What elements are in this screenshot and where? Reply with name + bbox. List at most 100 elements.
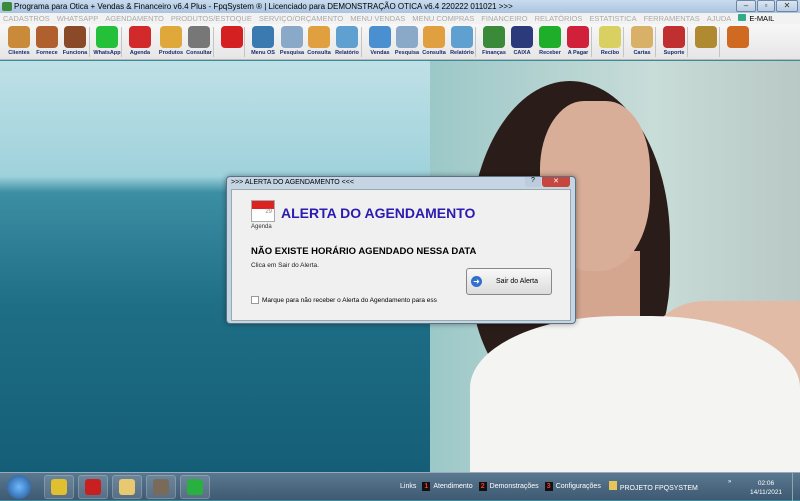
arrow-right-icon: ➜ [471, 276, 482, 287]
toolbar-button-cartas[interactable]: Cartas [628, 26, 656, 59]
taskbar-app-filezilla[interactable] [78, 475, 108, 499]
maximize-button[interactable]: ▫ [757, 0, 775, 12]
toolbar-icon [336, 26, 358, 48]
link-projeto-folder[interactable]: PROJETO FPQSYSTEM [601, 481, 698, 492]
link-number-icon: 1 [422, 482, 431, 491]
dialog-heading: ALERTA DO AGENDAMENTO [281, 205, 476, 221]
toolbar-icon [539, 26, 561, 48]
toolbar-button-relat-rio[interactable]: Relatório [448, 26, 476, 59]
toolbar: Clientes Fornece Funciona WhatsApp Agenda Pro… [0, 24, 800, 60]
taskbar: Links 1 Atendimento 2 Demonstrações 3 Configur… [0, 472, 800, 501]
menu-item[interactable]: AJUDA [707, 14, 732, 23]
user-app-icon [153, 479, 169, 495]
email-icon [738, 14, 747, 21]
toolbar-separator [719, 27, 720, 57]
toolbar-button-a-pagar[interactable]: A Pagar [564, 26, 592, 59]
toolbar-icon [599, 26, 621, 48]
toolbar-button-agenda[interactable]: Agenda [126, 26, 154, 59]
toolbar-button-funciona[interactable]: Funciona [61, 26, 89, 59]
toolbar-button-icon-23[interactable] [692, 26, 720, 59]
taskbar-app-fpqsystem[interactable] [180, 475, 210, 499]
toolbar-button-menu-os[interactable]: Menu OS [249, 26, 277, 59]
close-button[interactable]: ✕ [776, 0, 798, 12]
toolbar-icon [483, 26, 505, 48]
clock[interactable]: 02:06 14/11/2021 [750, 479, 782, 497]
toolbar-separator [623, 27, 624, 57]
exit-alert-button[interactable]: ➜ Sair do Alerta [466, 268, 552, 295]
menu-item[interactable]: SERVIÇO/ORÇAMENTO [259, 14, 343, 23]
toolbar-icon [511, 26, 533, 48]
calendar-day: 29 [265, 209, 272, 215]
toolbar-button-suporte[interactable]: Suporte [660, 26, 688, 59]
toolbar-icon [567, 26, 589, 48]
toolbar-button-recibo[interactable]: Recibo [596, 26, 624, 59]
toolbar-button-whatsapp[interactable]: WhatsApp [93, 26, 121, 59]
toolbar-separator [244, 27, 245, 57]
toolbar-icon [631, 26, 653, 48]
toolbar-separator [655, 27, 656, 57]
menu-item[interactable]: WHATSAPP [57, 14, 99, 23]
toolbar-separator [687, 27, 688, 57]
checkbox-box[interactable] [251, 296, 259, 304]
toolbar-button-icon-7[interactable] [218, 26, 246, 59]
taskbar-app-chrome[interactable] [44, 475, 74, 499]
dialog-title: >>> ALERTA DO AGENDAMENTO <<< [231, 179, 354, 186]
toolbar-icon [308, 26, 330, 48]
filezilla-icon [85, 479, 101, 495]
toolbar-separator [89, 27, 90, 57]
menu-item[interactable]: RELATÓRIOS [535, 14, 583, 23]
menu-item[interactable]: AGENDAMENTO [105, 14, 164, 23]
help-button[interactable]: ? [525, 177, 541, 187]
show-desktop-button[interactable] [792, 473, 800, 501]
menu-item[interactable]: MENU VENDAS [350, 14, 405, 23]
link-demonstrações[interactable]: 2 Demonstrações [473, 482, 539, 491]
dialog-close-button[interactable]: ✕ [542, 177, 570, 187]
menu-item[interactable]: FERRAMENTAS [644, 14, 700, 23]
toolbar-button-consultar[interactable]: Consultar [185, 26, 213, 59]
menu-item[interactable]: ESTATISTICA [589, 14, 636, 23]
toolbar-icon [221, 26, 243, 48]
link-number-icon: 2 [478, 482, 487, 491]
toolbar-icon [188, 26, 210, 48]
toolbar-icon [8, 26, 30, 48]
start-button[interactable] [7, 475, 31, 499]
toolbar-icon [695, 26, 717, 48]
link-configurações[interactable]: 3 Configurações [539, 482, 601, 491]
taskbar-app-explorer[interactable] [112, 475, 142, 499]
taskbar-app-user-app[interactable] [146, 475, 176, 499]
toolbar-icon [129, 26, 151, 48]
toolbar-button-icon-24[interactable] [724, 26, 752, 59]
menu-item[interactable]: CADASTROS [3, 14, 50, 23]
menu-item[interactable]: PRODUTOS/ESTOQUE [171, 14, 252, 23]
chrome-icon [51, 479, 67, 495]
folder-icon [608, 481, 617, 490]
checkbox-label: Marque para não receber o Alerta do Agen… [262, 296, 437, 304]
minimize-button[interactable]: – [736, 0, 756, 12]
toolbar-button-relat-rio[interactable]: Relatório [333, 26, 361, 59]
toolbar-label: Funciona [62, 50, 88, 56]
link-atendimento[interactable]: 1 Atendimento [416, 482, 473, 491]
toolbar-icon [451, 26, 473, 48]
title-bar: Programa para Otica + Vendas & Financeir… [0, 0, 800, 13]
app-icon [2, 2, 12, 11]
tray-overflow-icon[interactable]: » [728, 479, 731, 485]
toolbar-label: Consultar [186, 50, 212, 56]
email-label: E-MAIL [749, 14, 775, 23]
toolbar-icon [281, 26, 303, 48]
link-label: Configurações [555, 483, 601, 490]
toolbar-icon [252, 26, 274, 48]
menu-item[interactable]: MENU COMPRAS [412, 14, 474, 23]
toolbar-icon [727, 26, 749, 48]
menu-item[interactable]: FINANCEIRO [481, 14, 527, 23]
calendar-icon-label: Agenda [251, 224, 272, 230]
folder-label: PROJETO FPQSYSTEM [619, 485, 698, 492]
link-label: Demonstrações [489, 483, 539, 490]
calendar-icon: 29 [251, 200, 275, 222]
link-label: Atendimento [433, 483, 473, 490]
toolbar-icon [36, 26, 58, 48]
alert-message: NÃO EXISTE HORÁRIO AGENDADO NESSA DATA [251, 246, 477, 257]
window-title: Programa para Otica + Vendas & Financeir… [14, 2, 513, 11]
toolbar-icon [369, 26, 391, 48]
menu-item-email[interactable]: E-MAIL [738, 14, 781, 23]
disable-alert-checkbox[interactable]: Marque para não receber o Alerta do Agen… [251, 296, 437, 304]
